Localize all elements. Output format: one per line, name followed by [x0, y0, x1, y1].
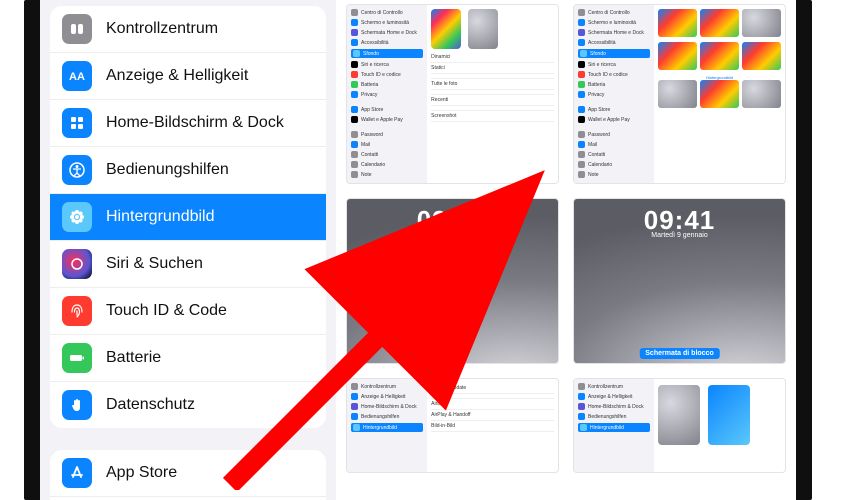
- svg-text:AA: AA: [69, 71, 85, 83]
- control-center-icon: [62, 14, 92, 44]
- privacy-icon: [62, 390, 92, 420]
- siri-search-icon: [62, 249, 92, 279]
- sidebar-item-app-store[interactable]: App Store: [50, 450, 326, 497]
- sidebar-item-wallpaper[interactable]: Hintergrundbild: [50, 194, 326, 241]
- thumb-row-3: KontrollzentrumAnzeige & HelligkeitHome-…: [346, 378, 786, 473]
- lock-date: Martedì 9 gennaio: [574, 232, 785, 239]
- sidebar-item-battery[interactable]: Batterie: [50, 335, 326, 382]
- sidebar-item-control-center[interactable]: Kontrollzentrum: [50, 6, 326, 53]
- sidebar-item-label: Datenschutz: [106, 396, 195, 414]
- sidebar-item-label: Bedienungshilfen: [106, 161, 229, 179]
- sidebar-item-accessibility[interactable]: Bedienungshilfen: [50, 147, 326, 194]
- settings-sidebar: Kontrollzentrum AA Anzeige & Helligkeit Hom…: [40, 0, 336, 500]
- thumbnail-grid: Centro di ControlloSchermo e luminositàS…: [336, 0, 796, 500]
- wallpaper-icon: [62, 202, 92, 232]
- sidebar-group-1: Kontrollzentrum AA Anzeige & Helligkeit Hom…: [50, 6, 326, 428]
- sidebar-group-2: App StoreWallet & Apple Pay: [50, 450, 326, 500]
- thumb-row-1: Centro di ControlloSchermo e luminositàS…: [346, 4, 786, 184]
- thumb-lockscreen-preview-2[interactable]: 09:41 Martedì 9 gennaio Schermata di blo…: [573, 198, 786, 364]
- sidebar-item-privacy[interactable]: Datenschutz: [50, 382, 326, 428]
- home-dock-icon: [62, 108, 92, 138]
- thumb-settings-general[interactable]: KontrollzentrumAnzeige & HelligkeitHome-…: [346, 378, 559, 473]
- thumb-settings-wallpaper-picker[interactable]: Centro di ControlloSchermo e luminositàS…: [346, 4, 559, 184]
- sidebar-item-label: Anzeige & Helligkeit: [106, 67, 248, 85]
- sidebar-item-label: Kontrollzentrum: [106, 20, 218, 38]
- display-brightness-icon: AA: [62, 61, 92, 91]
- thumb-wallpaper-preview[interactable]: KontrollzentrumAnzeige & HelligkeitHome-…: [573, 378, 786, 473]
- thumb-settings-wallpaper-grid[interactable]: Centro di ControlloSchermo e luminositàS…: [573, 4, 786, 184]
- accessibility-icon: [62, 155, 92, 185]
- sidebar-item-label: Touch ID & Code: [106, 302, 227, 320]
- sidebar-item-touchid-code[interactable]: Touch ID & Code: [50, 288, 326, 335]
- lock-time: 09:41: [574, 199, 785, 236]
- sidebar-item-label: Siri & Suchen: [106, 255, 203, 273]
- sidebar-item-label: Hintergrundbild: [106, 208, 215, 226]
- sidebar-item-home-dock[interactable]: Home-Bildschirm & Dock: [50, 100, 326, 147]
- lock-caption: Schermata di blocco: [639, 348, 719, 359]
- lock-date: Martedì 9 gennaio: [347, 232, 558, 239]
- sidebar-item-label: Batterie: [106, 349, 161, 367]
- battery-icon: [62, 343, 92, 373]
- sidebar-item-label: Home-Bildschirm & Dock: [106, 114, 284, 132]
- sidebar-item-display-brightness[interactable]: AA Anzeige & Helligkeit: [50, 53, 326, 100]
- touchid-code-icon: [62, 296, 92, 326]
- sidebar-item-siri-search[interactable]: Siri & Suchen: [50, 241, 326, 288]
- thumb-lockscreen-preview-1[interactable]: 09:41 Martedì 9 gennaio: [346, 198, 559, 364]
- ipad-frame: Kontrollzentrum AA Anzeige & Helligkeit Hom…: [24, 0, 812, 500]
- lock-time: 09:41: [347, 199, 558, 236]
- thumb-row-2: 09:41 Martedì 9 gennaio 09:41 Martedì 9 …: [346, 198, 786, 364]
- sidebar-item-label: App Store: [106, 464, 177, 482]
- app-store-icon: [62, 458, 92, 488]
